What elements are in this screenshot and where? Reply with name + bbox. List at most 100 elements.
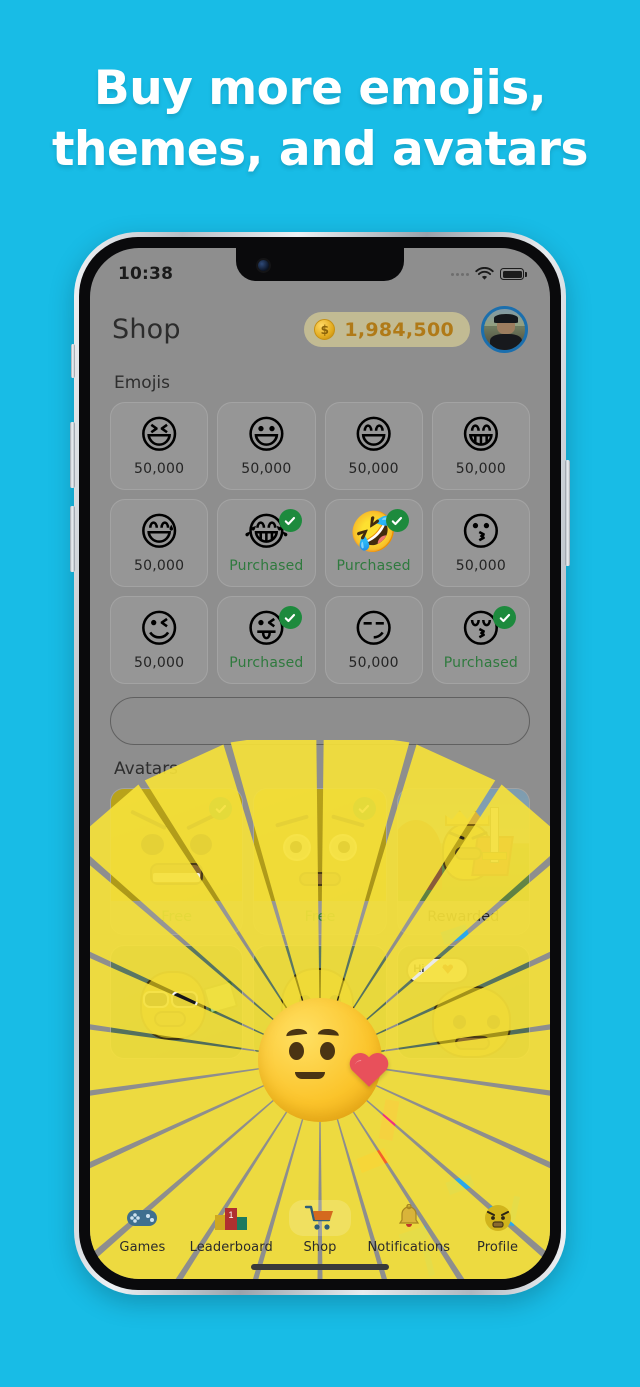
front-camera-icon xyxy=(258,260,269,271)
tab-label: Profile xyxy=(477,1240,519,1255)
emoji-squinting-laugh: 😆 xyxy=(138,413,180,458)
app-header: Shop $ 1,984,500 xyxy=(90,292,550,359)
signal-dots-icon xyxy=(451,272,469,276)
page-title: Shop xyxy=(112,314,181,345)
phone-mockup: 10:38 Shop $ 1,984,500 Emojis 😆 50,000 😃… xyxy=(70,232,570,1295)
status-time: 10:38 xyxy=(118,264,174,284)
emoji-price-label: 50,000 xyxy=(455,558,506,574)
coin-icon: $ xyxy=(314,319,336,340)
emoji-card[interactable]: 😜 Purchased xyxy=(217,596,316,684)
tab-notifications[interactable]: Notifications xyxy=(364,1200,453,1255)
avatar-photo-body xyxy=(489,333,522,350)
avatar-king-knight-duck[interactable]: Rewarded xyxy=(396,788,530,935)
check-icon xyxy=(352,797,376,820)
phone-notch xyxy=(236,248,404,281)
tab-label: Shop xyxy=(303,1240,337,1255)
tab-profile[interactable]: Profile xyxy=(453,1200,542,1255)
emoji-card[interactable]: 😆 50,000 xyxy=(110,402,209,490)
avatar-status-label: Free xyxy=(304,909,336,925)
emoji-grid: 😆 50,000 😃 50,000 😄 50,000 😁 50,000 😅 50,000 😂 Purc… xyxy=(90,402,550,684)
hero-eye-right xyxy=(320,1042,335,1060)
emoji-card[interactable]: 😚 Purchased xyxy=(431,596,530,684)
tab-label: Games xyxy=(119,1240,166,1255)
emoji-card[interactable]: 😄 50,000 xyxy=(324,402,423,490)
emoji-card[interactable]: 😃 50,000 xyxy=(217,402,316,490)
emoji-grin-smiling-eyes: 😄 xyxy=(353,413,394,458)
heart-icon xyxy=(349,1053,389,1087)
phone-mute-switch[interactable] xyxy=(71,344,75,378)
coin-amount: 1,984,500 xyxy=(344,318,454,341)
gamepad-icon[interactable] xyxy=(111,1200,173,1236)
check-icon xyxy=(385,509,409,532)
emoji-card[interactable]: 😁 50,000 xyxy=(431,402,530,490)
battery-icon xyxy=(500,268,527,280)
hero-emoji-heart-face xyxy=(258,998,389,1122)
emoji-sweat-smile: 😅 xyxy=(138,510,180,555)
avatar-status-label: Free xyxy=(161,909,193,925)
emoji-kissing: 😗 xyxy=(460,510,502,555)
emoji-card[interactable]: 😗 50,000 xyxy=(431,499,530,587)
phone-power-button[interactable] xyxy=(565,460,570,566)
avatar-artwork: Hi xyxy=(397,946,529,1058)
hero-mouth xyxy=(295,1072,325,1079)
avatar-angry-duck[interactable]: Free xyxy=(110,788,244,935)
emoji-price-label: 50,000 xyxy=(455,461,506,477)
header-actions: $ 1,984,500 xyxy=(304,306,528,353)
emoji-purchased-label: Purchased xyxy=(443,655,518,671)
avatar-artwork xyxy=(397,789,529,901)
emoji-price-label: 50,000 xyxy=(134,558,185,574)
emoji-card[interactable]: 😅 50,000 xyxy=(110,499,209,587)
headline-line-1: Buy more emojis, xyxy=(93,61,547,116)
promo-headline: Buy more emojis, themes, and avatars xyxy=(0,58,640,180)
section-label-emojis: Emojis xyxy=(114,373,171,393)
angry-face-icon[interactable] xyxy=(467,1200,529,1236)
check-icon xyxy=(493,606,516,629)
section-label-avatars: Avatars xyxy=(114,759,179,779)
emoji-purchased-label: Purchased xyxy=(336,558,411,574)
emoji-purchased-label: Purchased xyxy=(229,655,304,671)
emoji-beaming: 😁 xyxy=(460,413,502,458)
avatar-photo-cap xyxy=(494,314,519,323)
phone-volume-up-button[interactable] xyxy=(70,422,75,488)
phone-screen: 10:38 Shop $ 1,984,500 Emojis 😆 50,000 😃… xyxy=(90,248,550,1279)
check-icon xyxy=(278,606,302,629)
phone-volume-down-button[interactable] xyxy=(70,506,75,572)
emoji-price-label: 50,000 xyxy=(134,655,185,671)
emoji-price-label: 50,000 xyxy=(348,461,399,477)
shopping-cart-icon[interactable] xyxy=(288,1200,351,1236)
promo-banner-placeholder[interactable] xyxy=(110,697,530,745)
emoji-winking: 😉 xyxy=(138,607,180,652)
coin-balance-badge[interactable]: $ 1,984,500 xyxy=(304,312,470,347)
emoji-price-label: 50,000 xyxy=(348,655,399,671)
emoji-purchased-label: Purchased xyxy=(229,558,304,574)
check-icon xyxy=(278,509,302,532)
emoji-card[interactable]: 😏 50,000 xyxy=(324,596,423,684)
emoji-price-label: 50,000 xyxy=(134,461,185,477)
hero-eye-left xyxy=(289,1042,304,1060)
tab-label: Leaderboard xyxy=(189,1240,273,1255)
avatar-cool-money-duck[interactable] xyxy=(110,945,244,1059)
svg-text:1: 1 xyxy=(229,1210,234,1220)
tab-leaderboard[interactable]: 1 Leaderboard xyxy=(187,1200,276,1255)
tab-games[interactable]: Games xyxy=(98,1200,187,1255)
avatar-hi-duck[interactable]: Hi xyxy=(396,945,530,1059)
emoji-smirking: 😏 xyxy=(353,607,394,652)
emoji-card[interactable]: 🤣 Purchased xyxy=(324,499,423,587)
avatar-worried-duck[interactable]: Free xyxy=(253,788,387,935)
phone-bezel: 10:38 Shop $ 1,984,500 Emojis 😆 50,000 😃… xyxy=(79,237,561,1290)
avatar-artwork xyxy=(111,946,243,1058)
emoji-card[interactable]: 😉 50,000 xyxy=(110,596,209,684)
bell-icon[interactable] xyxy=(378,1200,440,1236)
profile-avatar[interactable] xyxy=(481,306,528,353)
tab-shop[interactable]: Shop xyxy=(276,1200,365,1255)
emoji-price-label: 50,000 xyxy=(241,461,292,477)
emoji-smiley-open: 😃 xyxy=(246,413,287,458)
wifi-icon xyxy=(475,267,494,280)
home-indicator[interactable] xyxy=(251,1264,389,1270)
podium-icon[interactable]: 1 xyxy=(200,1200,262,1236)
emoji-card[interactable]: 😂 Purchased xyxy=(217,499,316,587)
status-indicators xyxy=(451,267,527,281)
app-content: Shop $ 1,984,500 Emojis 😆 50,000 😃 50,00… xyxy=(90,248,550,1279)
headline-line-2: themes, and avatars xyxy=(52,122,588,177)
tab-label: Notifications xyxy=(367,1240,451,1255)
